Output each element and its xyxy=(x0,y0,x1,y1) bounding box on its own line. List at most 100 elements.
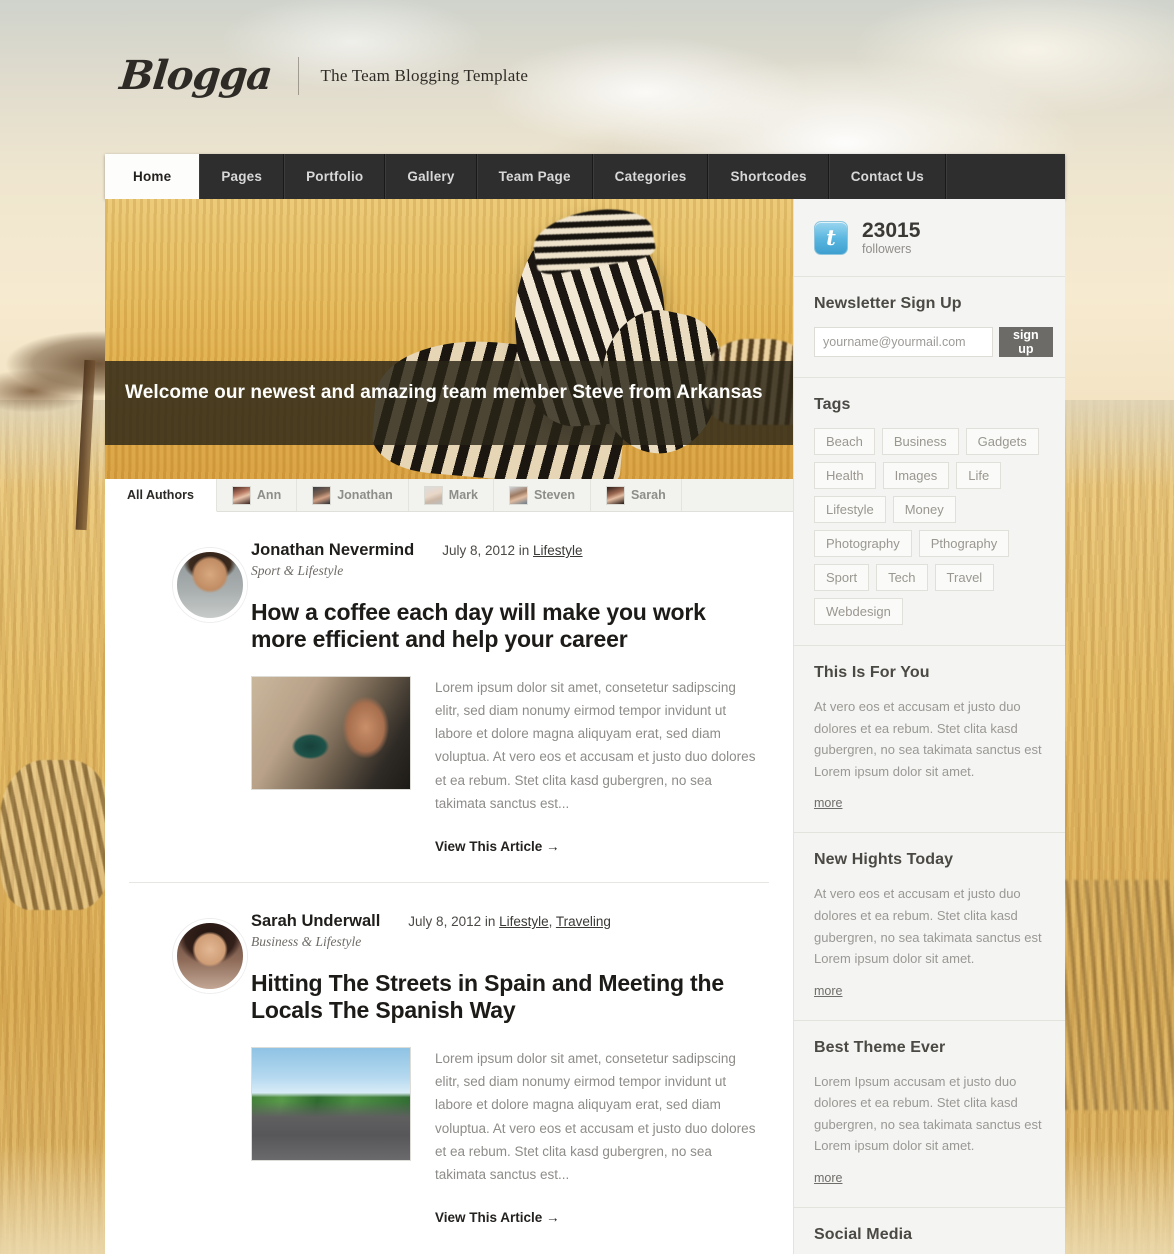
author-avatar-icon xyxy=(231,485,251,505)
post-thumbnail[interactable] xyxy=(251,1046,411,1161)
social-media-title: Social Media xyxy=(814,1226,913,1244)
post-category-link[interactable]: Traveling xyxy=(556,914,611,929)
post-thumbnail-image xyxy=(252,1047,410,1160)
main-navigation: Home Pages Portfolio Gallery Team Page C… xyxy=(105,154,1065,199)
text-widget: New Hights Today At vero eos et accusam … xyxy=(794,833,1065,1021)
newsletter-email-input[interactable] xyxy=(814,327,993,358)
author-tab-label: Jonathan xyxy=(337,488,393,502)
author-tab-jonathan[interactable]: Jonathan xyxy=(297,479,409,511)
twitter-count-block: 23015 followers xyxy=(862,219,920,256)
social-media-widget: Social Media digg f in ◔ SU t t v You Tu… xyxy=(794,1208,1065,1254)
logo-row[interactable]: Blogga The Team Blogging Template xyxy=(118,52,529,99)
content-wrapper: Welcome our newest and amazing team memb… xyxy=(105,199,1065,1254)
tag-item[interactable]: Pthography xyxy=(918,530,1010,558)
view-article-link[interactable]: View This Article → xyxy=(435,839,560,854)
twitter-icon[interactable]: t xyxy=(814,220,848,255)
tag-cloud: Beach Business Gadgets Health Images Lif… xyxy=(814,428,1045,626)
avatar[interactable] xyxy=(173,919,247,994)
nav-item-pages[interactable]: Pages xyxy=(199,154,285,199)
text-widget: This Is For You At vero eos et accusam e… xyxy=(794,646,1065,834)
newsletter-widget: Newsletter Sign Up sign up xyxy=(794,277,1065,379)
widget-more-link[interactable]: more xyxy=(814,796,842,810)
tag-item[interactable]: Webdesign xyxy=(814,598,903,626)
view-article-link[interactable]: View This Article → xyxy=(435,1210,560,1225)
nav-item-home[interactable]: Home xyxy=(105,154,200,199)
tag-item[interactable]: Beach xyxy=(814,428,875,456)
nav-item-team-page[interactable]: Team Page xyxy=(476,154,593,199)
widget-title: This Is For You xyxy=(814,664,930,682)
post-author-name[interactable]: Jonathan Nevermind xyxy=(251,540,414,561)
author-tab-sarah[interactable]: Sarah xyxy=(591,479,682,511)
widget-more-link[interactable]: more xyxy=(814,1171,842,1185)
tag-item[interactable]: Lifestyle xyxy=(814,496,886,524)
post-meta: Jonathan Nevermind Sport & Lifestyle Jul… xyxy=(251,540,763,579)
tags-widget: Tags Beach Business Gadgets Health Image… xyxy=(794,378,1065,647)
tag-item[interactable]: Life xyxy=(956,462,1002,490)
site-logo[interactable]: Blogga xyxy=(118,52,274,99)
tag-item[interactable]: Travel xyxy=(934,564,995,592)
post-author-block: Sarah Underwall Business & Lifestyle xyxy=(251,911,380,950)
nav-item-shortcodes[interactable]: Shortcodes xyxy=(708,154,829,199)
post-text-column: Lorem ipsum dolor sit amet, consetetur s… xyxy=(435,676,763,856)
tag-item[interactable]: Gadgets xyxy=(965,428,1039,456)
author-tab-label: Sarah xyxy=(630,488,666,502)
nav-spacer xyxy=(945,154,1065,199)
nav-item-contact-us[interactable]: Contact Us xyxy=(828,154,946,199)
author-avatar-icon xyxy=(605,485,625,505)
author-tab-steven[interactable]: Steven xyxy=(494,479,591,511)
twitter-follower-label: followers xyxy=(862,242,912,257)
newsletter-title: Newsletter Sign Up xyxy=(814,295,962,313)
sidebar: t 23015 followers Newsletter Sign Up sig… xyxy=(793,199,1065,1254)
twitter-followers-widget[interactable]: t 23015 followers xyxy=(794,199,1065,278)
author-tab-all[interactable]: All Authors xyxy=(105,479,217,512)
newsletter-signup-button[interactable]: sign up xyxy=(999,327,1053,358)
tag-item[interactable]: Photography xyxy=(814,530,912,558)
author-avatar-icon xyxy=(423,485,443,505)
post-item: Sarah Underwall Business & Lifestyle Jul… xyxy=(129,882,769,1253)
post-thumbnail[interactable] xyxy=(251,675,411,790)
twitter-follower-count: 23015 xyxy=(862,219,921,242)
tag-item[interactable]: Images xyxy=(882,462,950,490)
post-meta: Sarah Underwall Business & Lifestyle Jul… xyxy=(251,911,763,950)
tag-item[interactable]: Tech xyxy=(876,564,928,592)
post-date: July 8, 2012 in Lifestyle, Traveling xyxy=(408,914,611,929)
widget-title: New Hights Today xyxy=(814,851,954,869)
post-author-block: Jonathan Nevermind Sport & Lifestyle xyxy=(251,540,414,579)
nav-item-portfolio[interactable]: Portfolio xyxy=(284,154,386,199)
post-date-text: July 8, 2012 in xyxy=(442,543,534,558)
post-thumbnail-image xyxy=(252,676,410,789)
post-category-separator: , xyxy=(548,914,556,930)
avatar[interactable] xyxy=(173,548,247,622)
tag-item[interactable]: Business xyxy=(881,428,959,456)
author-tab-ann[interactable]: Ann xyxy=(217,479,298,511)
post-excerpt: Lorem ipsum dolor sit amet, consetetur s… xyxy=(435,1050,756,1183)
author-tab-label: Mark xyxy=(448,488,478,502)
tag-item[interactable]: Health xyxy=(814,462,876,490)
slider-caption: Welcome our newest and amazing team memb… xyxy=(105,361,793,445)
post-list: Jonathan Nevermind Sport & Lifestyle Jul… xyxy=(105,512,793,1253)
post-category-link[interactable]: Lifestyle xyxy=(499,914,549,929)
text-widget: Best Theme Ever Lorem Ipsum accusam et j… xyxy=(794,1021,1065,1209)
post-title[interactable]: How a coffee each day will make you work… xyxy=(251,599,763,654)
post-excerpt: Lorem ipsum dolor sit amet, consetetur s… xyxy=(435,679,756,811)
post-date: July 8, 2012 in Lifestyle xyxy=(442,543,582,558)
site-header: Blogga The Team Blogging Template xyxy=(105,0,1065,155)
nav-item-gallery[interactable]: Gallery xyxy=(385,154,477,199)
post-title[interactable]: Hitting The Streets in Spain and Meeting… xyxy=(251,970,763,1025)
tag-item[interactable]: Money xyxy=(892,496,956,524)
tag-item[interactable]: Sport xyxy=(814,564,870,592)
post-author-role: Sport & Lifestyle xyxy=(251,562,344,578)
author-avatar-icon xyxy=(508,485,528,505)
author-tab-label: All Authors xyxy=(127,488,194,502)
main-column: Welcome our newest and amazing team memb… xyxy=(105,199,793,1254)
nav-item-categories[interactable]: Categories xyxy=(592,154,709,199)
site-tagline: The Team Blogging Template xyxy=(320,66,529,85)
author-tab-mark[interactable]: Mark xyxy=(409,479,494,511)
post-category-link[interactable]: Lifestyle xyxy=(533,543,583,558)
widget-more-link[interactable]: more xyxy=(814,984,842,998)
widget-text: Lorem Ipsum accusam et justo duo dolores… xyxy=(814,1073,1042,1154)
post-author-name[interactable]: Sarah Underwall xyxy=(251,911,380,932)
featured-slider[interactable]: Welcome our newest and amazing team memb… xyxy=(105,199,793,479)
author-tab-label: Ann xyxy=(256,488,282,502)
post-body: Lorem ipsum dolor sit amet, consetetur s… xyxy=(251,1046,763,1227)
